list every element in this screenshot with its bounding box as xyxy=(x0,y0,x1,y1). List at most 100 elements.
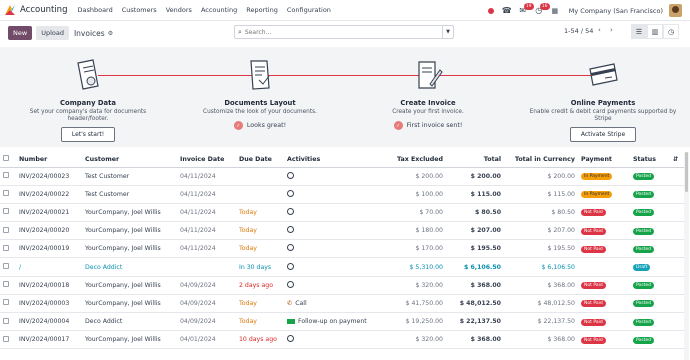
menu-configuration[interactable]: Configuration xyxy=(287,6,331,14)
payment-cell: Not Paid xyxy=(578,294,630,314)
invoice-number: INV/2024/00019 xyxy=(16,239,82,259)
col-due-date[interactable]: Due Date xyxy=(236,152,284,168)
col-invoice-date[interactable]: Invoice Date xyxy=(177,152,236,168)
col-total-currency[interactable]: Total in Currency xyxy=(504,152,578,168)
status-cell: Posted xyxy=(630,167,670,186)
invoice-pen-icon xyxy=(353,57,503,93)
table-row[interactable]: INV/2024/00017 YourCompany, Joel Willis 04… xyxy=(0,330,684,350)
table-scrollbar[interactable] xyxy=(684,152,689,360)
row-checkbox[interactable] xyxy=(0,276,16,295)
payment-cell: Not Paid xyxy=(578,221,630,241)
menu-accounting[interactable]: Accounting xyxy=(201,6,237,14)
activity-cell[interactable]: Follow-up on payment xyxy=(284,312,384,332)
table-row[interactable]: INV/2024/00019 YourCompany, Joel Willis 04… xyxy=(0,239,684,259)
clock-icon[interactable] xyxy=(287,262,294,270)
col-tax-excluded[interactable]: Tax Excluded xyxy=(384,152,446,168)
phone-icon[interactable]: ☎ xyxy=(499,0,515,21)
clock-icon[interactable] xyxy=(287,244,294,252)
list-view-icon[interactable]: ☰ xyxy=(631,24,647,39)
row-checkbox[interactable] xyxy=(0,330,16,350)
lets-start-button[interactable]: Let's start! xyxy=(60,127,116,142)
col-status[interactable]: Status xyxy=(630,152,670,168)
table-row[interactable]: / Deco Addict In 30 days $ 5,310.00 $ 6,106.… xyxy=(0,257,684,277)
col-activities[interactable]: Activities xyxy=(284,152,384,168)
building-icon[interactable]: ▦ xyxy=(547,0,563,21)
activity-cell[interactable]: ✆ Call xyxy=(284,294,384,314)
activity-view-icon[interactable]: ◷ xyxy=(663,24,679,39)
app-logo-icon[interactable] xyxy=(0,0,20,21)
search-bar: ⌕ ▼ xyxy=(234,25,454,39)
status-cell: Posted xyxy=(630,330,670,350)
kanban-view-icon[interactable]: ▥ xyxy=(647,24,663,39)
select-all-checkbox[interactable] xyxy=(0,152,16,168)
app-name[interactable]: Accounting xyxy=(20,5,67,15)
row-checkbox[interactable] xyxy=(0,239,16,259)
invoice-table: Number Customer Invoice Date Due Date Ac… xyxy=(0,152,684,350)
row-checkbox[interactable] xyxy=(0,185,16,204)
invoice-number: INV/2024/00004 xyxy=(16,312,82,332)
optional-columns-icon[interactable]: ⇵ xyxy=(670,152,684,168)
col-number[interactable]: Number xyxy=(16,152,82,168)
gear-icon[interactable]: ⚙ xyxy=(108,30,113,37)
row-checkbox[interactable] xyxy=(0,294,16,314)
clock-icon[interactable] xyxy=(287,226,294,234)
row-checkbox[interactable] xyxy=(0,312,16,332)
row-checkbox[interactable] xyxy=(0,167,16,186)
activate-stripe-button[interactable]: Activate Stripe xyxy=(569,127,637,142)
row-checkbox[interactable] xyxy=(0,221,16,241)
row-checkbox[interactable] xyxy=(0,203,16,223)
menu-vendors[interactable]: Vendors xyxy=(166,6,192,14)
status-cell: Posted xyxy=(630,312,670,332)
total-in-currency: $ 195.50 xyxy=(504,239,578,259)
clock-icon[interactable] xyxy=(287,280,294,288)
step-desc: Customize the look of your documents. xyxy=(203,109,317,115)
company-switcher[interactable]: My Company (San Francisco) xyxy=(569,7,663,15)
table-row[interactable]: INV/2024/00003 YourCompany, Joel Willis 04… xyxy=(0,294,684,314)
row-checkbox[interactable] xyxy=(0,257,16,277)
clock-icon[interactable] xyxy=(287,189,294,197)
activity-clock-icon[interactable]: ◷ 16 xyxy=(531,0,550,21)
total: $ 200.00 xyxy=(446,167,504,186)
upload-button[interactable]: Upload xyxy=(36,26,69,40)
chat-icon[interactable]: ✉ 19 xyxy=(515,0,534,21)
col-customer[interactable]: Customer xyxy=(82,152,177,168)
activity-cell[interactable] xyxy=(284,185,384,204)
table-row[interactable]: INV/2024/00020 YourCompany, Joel Willis 04… xyxy=(0,221,684,241)
new-button[interactable]: New xyxy=(8,26,33,40)
invoice-customer: YourCompany, Joel Willis xyxy=(82,294,177,314)
user-avatar[interactable] xyxy=(669,4,682,17)
status-dot-icon[interactable] xyxy=(483,0,499,21)
invoice-date: 04/09/2024 xyxy=(177,312,236,332)
activity-cell[interactable] xyxy=(284,221,384,241)
payment-cell: Not Paid xyxy=(578,312,630,332)
activity-cell[interactable] xyxy=(284,167,384,186)
activity-cell[interactable] xyxy=(284,330,384,350)
status-badge: Draft xyxy=(633,264,651,272)
invoice-customer: YourCompany, Joel Willis xyxy=(82,330,177,350)
table-row[interactable]: INV/2024/00004 Deco Addict 04/09/2024 Today… xyxy=(0,312,684,332)
table-row[interactable]: INV/2024/00018 YourCompany, Joel Willis 04… xyxy=(0,276,684,295)
activity-cell[interactable] xyxy=(284,257,384,277)
pager-prev-icon[interactable]: ‹ xyxy=(598,26,601,34)
table-row[interactable]: INV/2024/00021 YourCompany, Joel Willis 04… xyxy=(0,203,684,223)
col-payment[interactable]: Payment xyxy=(578,152,630,168)
activity-cell[interactable] xyxy=(284,276,384,295)
clock-icon[interactable] xyxy=(287,335,294,343)
menu-customers[interactable]: Customers xyxy=(122,6,157,14)
due-date: Today xyxy=(236,221,284,241)
pager-next-icon[interactable]: › xyxy=(610,26,613,34)
clock-icon[interactable] xyxy=(287,171,294,179)
clock-icon[interactable] xyxy=(287,207,294,215)
row-spacer xyxy=(670,330,684,350)
menu-reporting[interactable]: Reporting xyxy=(246,6,278,14)
table-row[interactable]: INV/2024/00022 Test Customer 04/11/2024 $ 1… xyxy=(0,185,684,204)
activity-cell[interactable] xyxy=(284,203,384,223)
search-options-toggle[interactable]: ▼ xyxy=(442,26,453,38)
menu-dashboard[interactable]: Dashboard xyxy=(77,6,112,14)
pager-value[interactable]: 1-54 / 54 xyxy=(564,27,593,35)
col-total[interactable]: Total xyxy=(446,152,504,168)
table-row[interactable]: INV/2024/00023 Test Customer 04/11/2024 $ 2… xyxy=(0,167,684,186)
search-input[interactable] xyxy=(244,28,435,36)
status-cell: Posted xyxy=(630,294,670,314)
activity-cell[interactable] xyxy=(284,239,384,259)
